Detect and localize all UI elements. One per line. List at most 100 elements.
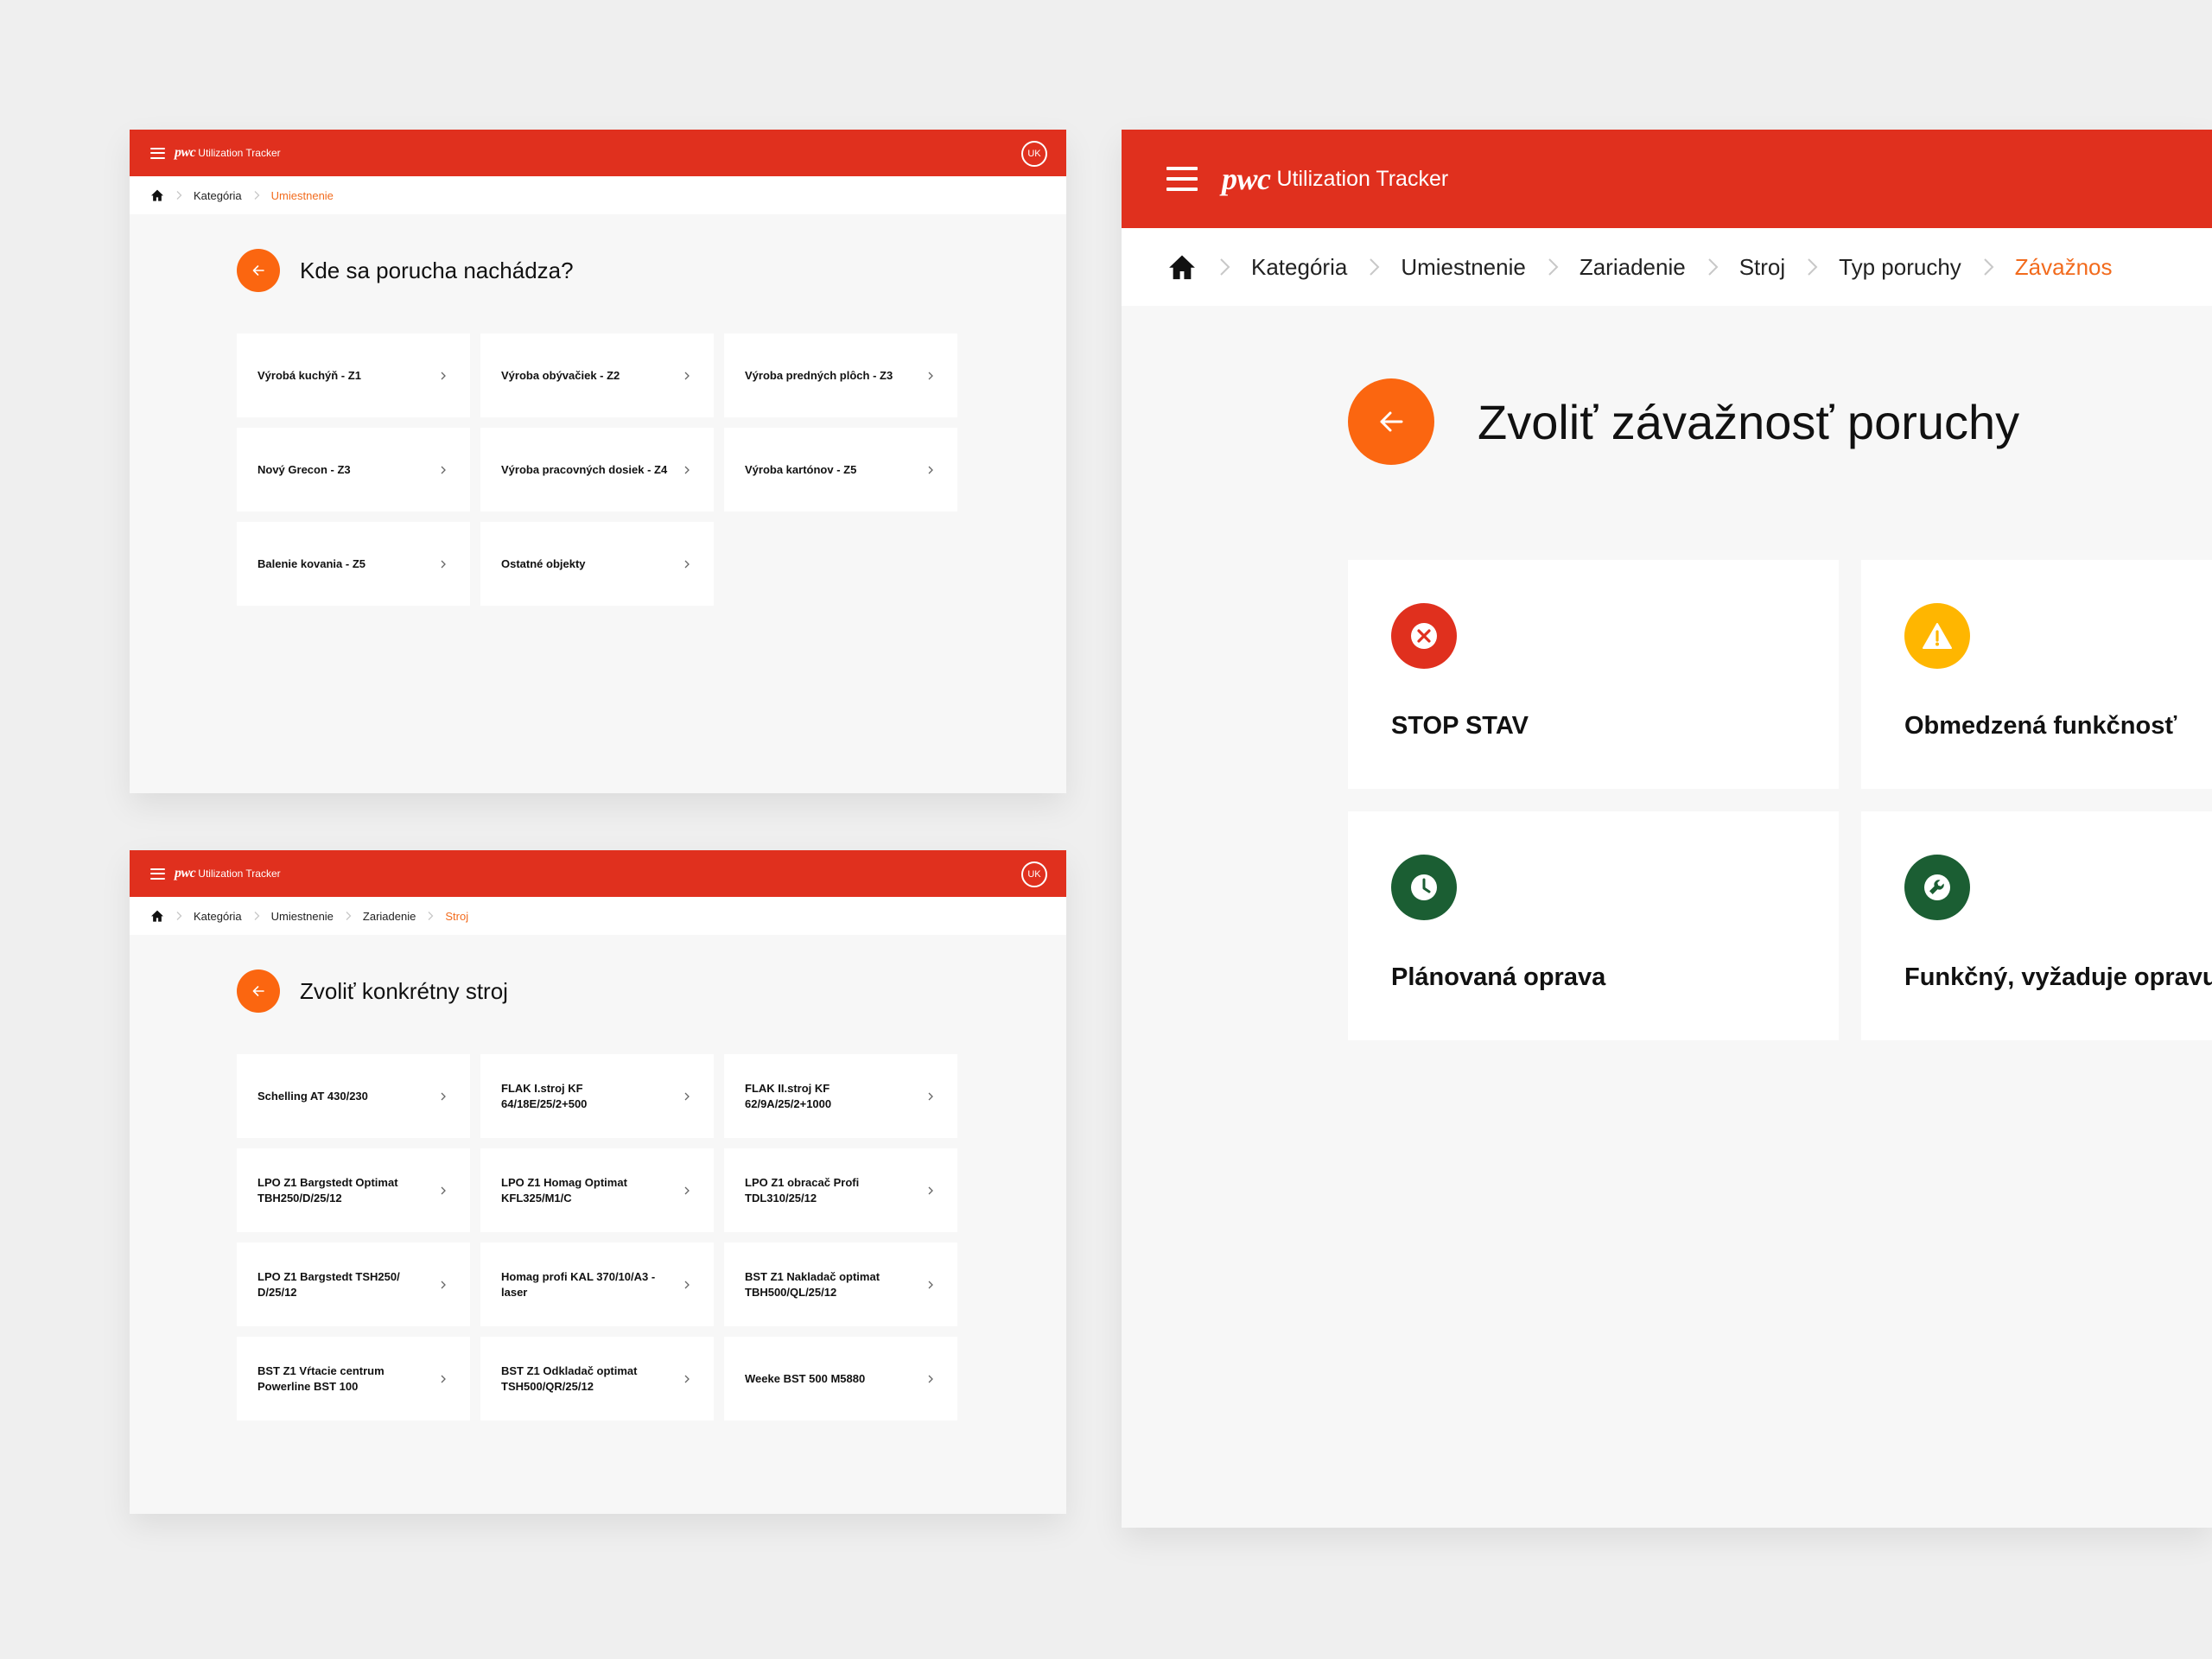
breadcrumb-item[interactable]: Stroj: [1739, 254, 1785, 281]
back-button[interactable]: [1348, 378, 1434, 465]
location-option[interactable]: Balenie kovania - Z5: [237, 522, 470, 606]
machine-option[interactable]: LPO Z1 obracač Profi TDL310/25/12: [724, 1148, 957, 1232]
wrench-icon: [1904, 855, 1970, 920]
menu-icon[interactable]: [1166, 167, 1198, 191]
breadcrumb-item-current: Umiestnenie: [270, 188, 334, 202]
option-label: LPO Z1 Homag Optimat KFL325/M1/C: [501, 1175, 627, 1205]
page-title: Zvoliť konkrétny stroj: [300, 977, 508, 1004]
user-avatar[interactable]: UK: [1021, 141, 1047, 167]
title-row: Kde sa porucha nachádza?: [237, 249, 1066, 292]
breadcrumb-item[interactable]: Umiestnenie: [271, 910, 334, 923]
chevron-right-icon: [683, 372, 691, 380]
chevron-right-icon: [683, 1092, 691, 1101]
breadcrumb-item-current: Závažnos: [2014, 253, 2113, 280]
location-option[interactable]: Výroba predných plôch - Z3: [724, 334, 957, 417]
location-option[interactable]: Výroba obývačiek - Z2: [480, 334, 714, 417]
app-name: Utilization Tracker: [198, 147, 281, 159]
machine-option[interactable]: LPO Z1 Bargstedt Optimat TBH250/D/25/12: [237, 1148, 470, 1232]
chevron-right-icon: [174, 911, 184, 921]
warning-icon: [1904, 603, 1970, 669]
severity-card-stop[interactable]: STOP STAV: [1348, 560, 1839, 789]
home-icon[interactable]: [150, 909, 164, 923]
app-header: pwc Utilization Tracker UK: [130, 850, 1066, 897]
severity-card-functional[interactable]: Funkčný, vyžaduje opravu: [1861, 811, 2212, 1040]
location-option[interactable]: Ostatné objekty: [480, 522, 714, 606]
machine-option[interactable]: Homag profi KAL 370/10/A3 - laser: [480, 1243, 714, 1326]
chevron-right-icon: [926, 372, 935, 380]
pwc-logo: pwc: [175, 866, 196, 880]
arrow-left-icon: [1380, 411, 1403, 432]
chevron-right-icon: [343, 911, 353, 921]
machine-option[interactable]: LPO Z1 Bargstedt TSH250/ D/25/12: [237, 1243, 470, 1326]
breadcrumb-item[interactable]: Zariadenie: [1580, 254, 1686, 281]
user-avatar[interactable]: UK: [1021, 861, 1047, 887]
option-label: BST Z1 Vŕtacie centrum Powerline BST 100: [257, 1363, 385, 1393]
x-circle-icon: [1391, 603, 1457, 669]
machine-option[interactable]: BST Z1 Odkladač optimat TSH500/QR/25/12: [480, 1337, 714, 1421]
breadcrumb-item[interactable]: Umiestnenie: [1401, 254, 1526, 281]
menu-icon[interactable]: [150, 147, 165, 159]
option-label: Homag profi KAL 370/10/A3 - laser: [501, 1269, 656, 1299]
option-label: BST Z1 Nakladač optimat TBH500/QL/25/12: [745, 1269, 880, 1299]
title-row: Zvoliť závažnosť poruchy: [1348, 378, 2212, 465]
app-name: Utilization Tracker: [1276, 166, 1449, 191]
chevron-right-icon: [1542, 257, 1563, 277]
option-label: Nový Grecon - Z3: [257, 462, 351, 476]
chevron-right-icon: [439, 1281, 448, 1289]
option-label: FLAK II.stroj KF 62/9A/25/2+1000: [745, 1081, 832, 1110]
menu-icon[interactable]: [150, 868, 165, 880]
breadcrumb-item[interactable]: Kategória: [1251, 254, 1347, 281]
chevron-right-icon: [926, 1375, 935, 1383]
chevron-right-icon: [439, 1092, 448, 1101]
location-option[interactable]: Výrobá kuchýň - Z1: [237, 334, 470, 417]
option-label: LPO Z1 Bargstedt Optimat TBH250/D/25/12: [257, 1175, 398, 1205]
chevron-right-icon: [251, 190, 262, 200]
pwc-logo: pwc: [175, 145, 196, 160]
breadcrumb: Kategória Umiestnenie Zariadenie Stroj T…: [1122, 228, 2212, 306]
screen-machine: pwc Utilization Tracker UK Kategória Umi…: [130, 850, 1066, 1514]
breadcrumb-item[interactable]: Typ poruchy: [1839, 254, 1961, 281]
chevron-right-icon: [439, 466, 448, 474]
machine-option[interactable]: LPO Z1 Homag Optimat KFL325/M1/C: [480, 1148, 714, 1232]
back-button[interactable]: [237, 249, 280, 292]
pwc-logo: pwc: [1222, 162, 1271, 196]
breadcrumb-item[interactable]: Zariadenie: [363, 910, 416, 923]
option-label: Výroba kartónov - Z5: [745, 462, 857, 476]
machine-option[interactable]: Schelling AT 430/230: [237, 1054, 470, 1138]
breadcrumb-item[interactable]: Kategória: [194, 189, 242, 202]
chevron-right-icon: [439, 560, 448, 569]
location-option[interactable]: Výroba kartónov - Z5: [724, 428, 957, 512]
chevron-right-icon: [439, 1186, 448, 1195]
breadcrumb-item-current: Stroj: [445, 909, 469, 923]
machine-option[interactable]: FLAK II.stroj KF 62/9A/25/2+1000: [724, 1054, 957, 1138]
clock-icon: [1391, 855, 1457, 920]
breadcrumb-item[interactable]: Kategória: [194, 910, 242, 923]
severity-card-limited[interactable]: Obmedzená funkčnosť: [1861, 560, 2212, 789]
option-label: Výrobá kuchýň - Z1: [257, 368, 361, 382]
machine-option[interactable]: FLAK I.stroj KF 64/18E/25/2+500: [480, 1054, 714, 1138]
option-label: Ostatné objekty: [501, 556, 586, 570]
machine-option[interactable]: BST Z1 Nakladač optimat TBH500/QL/25/12: [724, 1243, 957, 1326]
chevron-right-icon: [683, 560, 691, 569]
page-title: Kde sa porucha nachádza?: [300, 257, 574, 283]
chevron-right-icon: [1978, 257, 1999, 277]
location-option[interactable]: Výroba pracovných dosiek - Z4: [480, 428, 714, 512]
option-label: Výroba obývačiek - Z2: [501, 368, 620, 382]
machine-option[interactable]: BST Z1 Vŕtacie centrum Powerline BST 100: [237, 1337, 470, 1421]
option-label: BST Z1 Odkladač optimat TSH500/QR/25/12: [501, 1363, 638, 1393]
app-name: Utilization Tracker: [198, 868, 281, 880]
home-icon[interactable]: [150, 188, 164, 202]
chevron-right-icon: [174, 190, 184, 200]
machine-option[interactable]: Weeke BST 500 M5880: [724, 1337, 957, 1421]
app-header: pwc Utilization Tracker UK: [130, 130, 1066, 176]
arrow-left-icon: [252, 265, 264, 276]
option-label: LPO Z1 Bargstedt TSH250/ D/25/12: [257, 1269, 400, 1299]
severity-card-planned[interactable]: Plánovaná oprava: [1348, 811, 1839, 1040]
chevron-right-icon: [926, 1092, 935, 1101]
back-button[interactable]: [237, 969, 280, 1013]
home-icon[interactable]: [1166, 252, 1198, 282]
chevron-right-icon: [683, 1281, 691, 1289]
location-option[interactable]: Nový Grecon - Z3: [237, 428, 470, 512]
chevron-right-icon: [926, 466, 935, 474]
app-header: pwc Utilization Tracker: [1122, 130, 2212, 228]
